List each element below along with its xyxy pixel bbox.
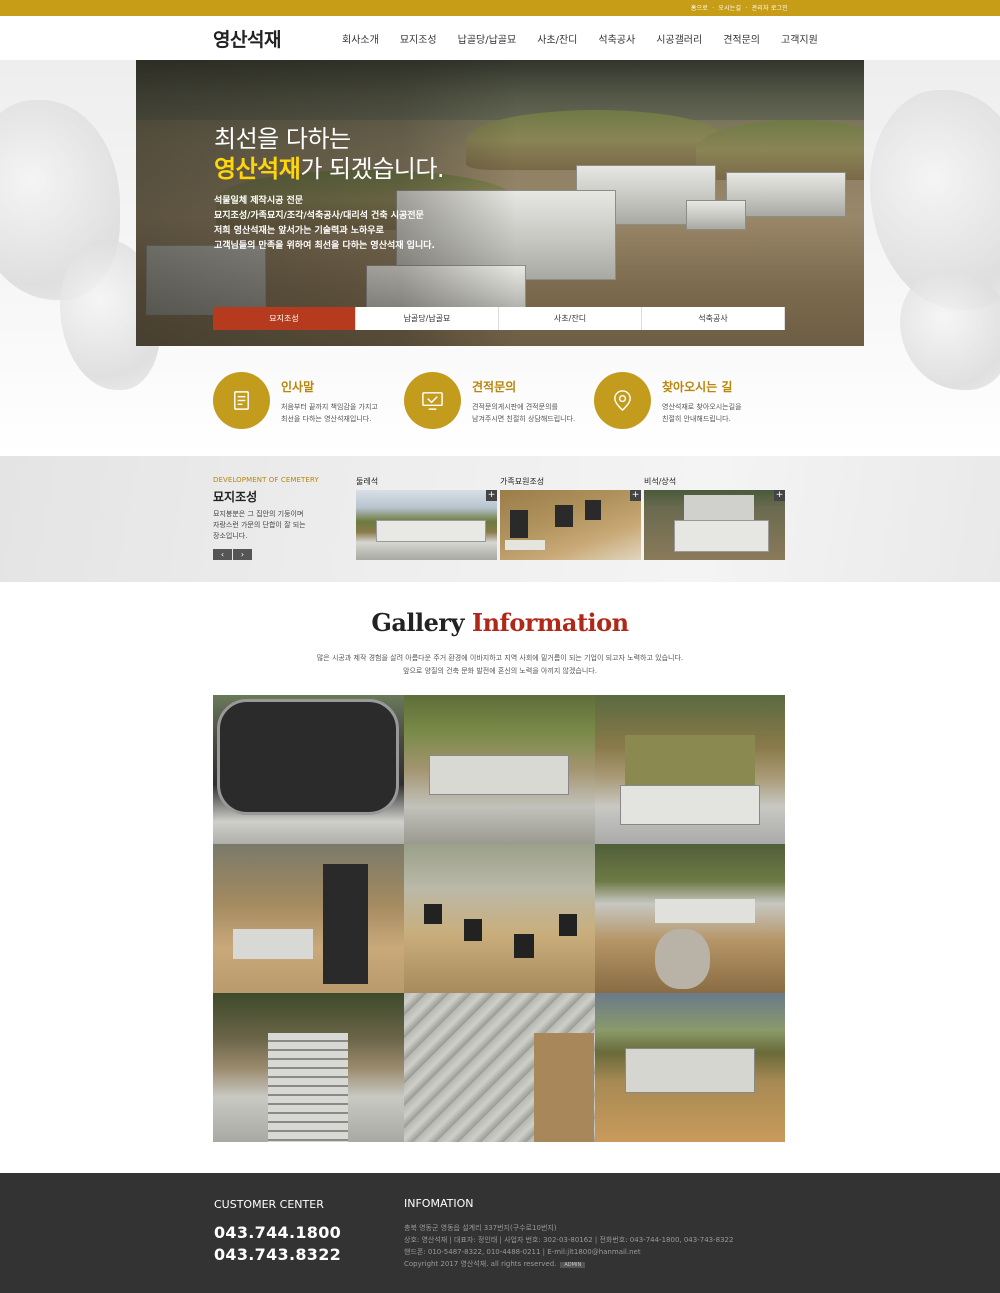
plus-icon[interactable]: + (486, 490, 497, 501)
gallery-grid (213, 695, 785, 1142)
gallery-photo[interactable] (595, 993, 785, 1142)
location-pin-icon (614, 390, 631, 412)
phone-number: 043.744.1800 (214, 1223, 342, 1242)
header: 영산석재 회사소개 묘지조성 납골당/납골묘 사초/잔디 석축공사 시공갤러리 … (0, 16, 1000, 60)
next-arrow-button[interactable]: › (233, 549, 252, 560)
plus-icon[interactable]: + (630, 490, 641, 501)
gallery-photo[interactable] (213, 993, 404, 1142)
gallery-photo[interactable] (404, 844, 595, 993)
thumb-image[interactable]: + (356, 490, 497, 560)
thumb-caption: 비석/상석 (644, 477, 677, 486)
feature-desc: 영산석재로 찾아오시는길을 친절히 안내해드립니다. (662, 403, 742, 423)
footer-contact: 핸드폰: 010-5487-8322, 010-4488-0211 | E-mi… (404, 1248, 641, 1256)
hero-tab-turf[interactable]: 사초/잔디 (499, 307, 642, 330)
main-nav: 회사소개 묘지조성 납골당/납골묘 사초/잔디 석축공사 시공갤러리 견적문의 … (342, 31, 839, 46)
hero-description: 석물일체 제작시공 전문 묘지조성/가족묘지/조각/석축공사/대리석 건축 시공… (214, 196, 435, 251)
nav-item-support[interactable]: 고객지원 (781, 31, 818, 46)
hero-tab-cemetery[interactable]: 묘지조성 (213, 307, 356, 330)
thumb-caption: 둘레석 (356, 477, 379, 486)
section-title: 묘지조성 (213, 490, 258, 504)
hero-headline: 최선을 다하는 영산석재가 되겠습니다. (214, 125, 445, 183)
plus-icon[interactable]: + (774, 490, 785, 501)
thumb-image[interactable]: + (500, 490, 641, 560)
feature-title: 견적문의 (472, 380, 517, 394)
grave-mound-image (696, 120, 864, 180)
thumb-card[interactable]: 둘레석 + (356, 476, 497, 560)
feature-title: 찾아오시는 길 (662, 380, 733, 394)
feature-title: 인사말 (281, 380, 315, 394)
directions-link[interactable]: 오시는길 (718, 5, 741, 12)
nav-item-cemetery[interactable]: 묘지조성 (400, 31, 437, 46)
gallery-description: 많은 시공과 제작 경험을 살려 아름다운 주거 환경에 이바지하고 지역 사회… (316, 654, 684, 675)
hero-tab-ossuary[interactable]: 납골당/납골묘 (356, 307, 499, 330)
gallery-title: Gallery Information (371, 608, 629, 637)
gallery-photo[interactable] (213, 695, 404, 844)
monitor-check-icon (422, 392, 443, 410)
phone-number: 043.743.8322 (214, 1245, 342, 1264)
feature-desc: 견적문의게시판에 견적문의를 남겨주시면 친절히 상담해드립니다. (472, 403, 576, 423)
thumb-card[interactable]: 비석/상석 + (644, 476, 785, 560)
slider-arrows: ‹ › (213, 549, 253, 560)
nav-item-estimate[interactable]: 견적문의 (723, 31, 760, 46)
admin-button[interactable]: ADMIN (560, 1262, 586, 1268)
document-icon (234, 391, 249, 410)
feature-links: 인사말 처음부터 끝까지 책임감을 가지고 최선을 다하는 영산석재입니다. 견… (213, 372, 813, 432)
footer-business-info: 상호: 영산석재 | 대표자: 정인태 | 사업자 번호: 302-03-801… (404, 1236, 734, 1244)
nav-item-turf[interactable]: 사초/잔디 (537, 31, 577, 46)
gallery-photo[interactable] (404, 993, 595, 1142)
gallery-photo[interactable] (595, 844, 785, 993)
customer-center-title: CUSTOMER CENTER (214, 1198, 324, 1211)
utility-links: 홈으로 · 오시는길 · 관리자 로그인 (690, 5, 788, 12)
hero-tab-stonewall[interactable]: 석축공사 (642, 307, 785, 330)
nav-item-ossuary[interactable]: 납골당/납골묘 (458, 31, 517, 46)
prev-arrow-button[interactable]: ‹ (213, 549, 232, 560)
feature-desc: 처음부터 끝까지 책임감을 가지고 최선을 다하는 영산석재입니다. (281, 403, 378, 423)
cemetery-thumbnails: 둘레석 + 가족묘원조성 + 비석/상석 + (356, 476, 788, 560)
thumb-image[interactable]: + (644, 490, 785, 560)
footer-copyright: Copyright 2017 영산석재. all rights reserved… (404, 1259, 586, 1269)
feature-directions[interactable]: 찾아오시는 길 영산석재로 찾아오시는길을 친절히 안내해드립니다. (594, 372, 774, 432)
section-subtitle: DEVELOPMENT OF CEMETERY (213, 476, 319, 484)
gallery-photo[interactable] (404, 695, 595, 844)
footer-address: 충북 영동군 영동읍 설계리 337번지(구수로10번지) (404, 1224, 557, 1232)
hero-banner: 최선을 다하는 영산석재가 되겠습니다. 석물일체 제작시공 전문 묘지조성/가… (136, 60, 864, 346)
nav-item-stonewall[interactable]: 석축공사 (598, 31, 635, 46)
feature-greeting[interactable]: 인사말 처음부터 끝까지 책임감을 가지고 최선을 다하는 영산석재입니다. (213, 372, 393, 432)
info-title: INFOMATION (404, 1197, 474, 1210)
nav-item-about[interactable]: 회사소개 (342, 31, 379, 46)
top-bar: 홈으로 · 오시는길 · 관리자 로그인 (0, 0, 1000, 16)
section-text: 묘지봉분은 그 집안의 기둥이며 자랑스런 가문의 단합이 잘 되는 장소입니다… (213, 510, 306, 540)
gallery-photo[interactable] (595, 695, 785, 844)
hero-tabs: 묘지조성 납골당/납골묘 사초/잔디 석축공사 (213, 307, 785, 330)
decor-rock (900, 270, 1000, 390)
home-link[interactable]: 홈으로 (691, 5, 708, 12)
footer: CUSTOMER CENTER 043.744.1800 043.743.832… (0, 1173, 1000, 1293)
nav-item-gallery[interactable]: 시공갤러리 (656, 31, 702, 46)
thumb-caption: 가족묘원조성 (500, 477, 545, 486)
cemetery-section: DEVELOPMENT OF CEMETERY 묘지조성 묘지봉분은 그 집안의… (0, 456, 1000, 582)
gallery-photo[interactable] (213, 844, 404, 993)
feature-estimate[interactable]: 견적문의 견적문의게시판에 견적문의를 남겨주시면 친절히 상담해드립니다. (404, 372, 584, 432)
stone-slab-image (686, 200, 746, 230)
admin-login-link[interactable]: 관리자 로그인 (752, 5, 788, 12)
logo[interactable]: 영산석재 (213, 25, 281, 52)
thumb-card[interactable]: 가족묘원조성 + (500, 476, 641, 560)
